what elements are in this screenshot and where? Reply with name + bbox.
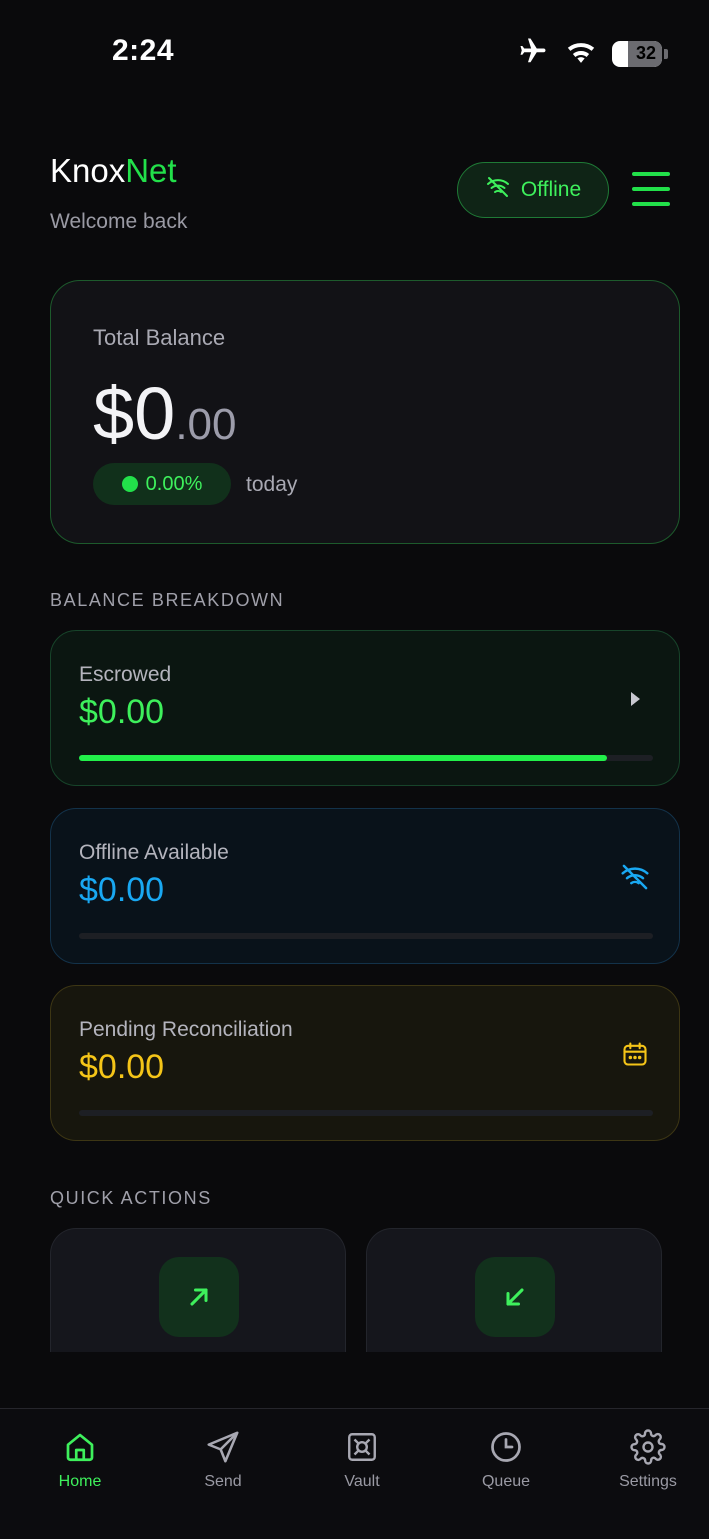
status-dot-icon xyxy=(121,476,138,492)
tab-queue[interactable]: Queue xyxy=(456,1427,556,1491)
menu-icon[interactable] xyxy=(632,172,670,206)
brand-accent: Net xyxy=(125,152,177,189)
battery-indicator: 32 xyxy=(612,40,662,67)
change-period: today xyxy=(246,473,298,496)
gear-icon xyxy=(628,1427,668,1467)
offline-available-label: Offline Available xyxy=(79,841,229,864)
wifi-off-icon xyxy=(619,861,651,893)
arrow-down-left-icon xyxy=(475,1257,555,1337)
status-time: 2:24 xyxy=(112,34,175,67)
app-brand: KnoxNet xyxy=(50,152,177,190)
offline-status-button[interactable]: Offline xyxy=(457,162,609,218)
brand-prefix: Knox xyxy=(50,152,126,189)
tab-vault[interactable]: Vault xyxy=(312,1427,412,1491)
offline-available-amount: $0.00 xyxy=(79,871,165,909)
chevron-right-icon[interactable] xyxy=(619,683,651,715)
quick-action-send[interactable] xyxy=(50,1228,346,1352)
tab-vault-label: Vault xyxy=(344,1473,380,1490)
tab-queue-label: Queue xyxy=(481,1473,531,1490)
balance-amount: $0.00 xyxy=(93,371,236,456)
status-icons: 32 xyxy=(516,36,668,71)
pending-progress-track xyxy=(79,1110,653,1116)
balance-minor: .00 xyxy=(175,400,237,449)
welcome-text: Welcome back xyxy=(50,210,188,233)
escrowed-card[interactable]: Escrowed $0.00 xyxy=(50,630,680,786)
tab-home-label: Home xyxy=(58,1473,102,1490)
pending-label: Pending Reconciliation xyxy=(79,1018,293,1041)
escrowed-progress-track xyxy=(79,755,653,761)
clock-icon xyxy=(486,1427,526,1467)
breakdown-title: BALANCE BREAKDOWN xyxy=(50,590,285,610)
status-bar: 2:24 32 xyxy=(0,0,709,100)
calendar-icon xyxy=(619,1038,651,1070)
tab-settings-label: Settings xyxy=(619,1473,677,1490)
escrowed-progress-bar xyxy=(79,755,608,761)
bottom-tab-bar: Home Send Vault Queue Settings xyxy=(0,1408,709,1539)
offline-label: Offline xyxy=(520,178,582,201)
pending-amount: $0.00 xyxy=(79,1048,165,1086)
pending-reconciliation-card[interactable]: Pending Reconciliation $0.00 xyxy=(50,985,680,1141)
wifi-off-icon xyxy=(485,176,511,204)
quick-action-receive[interactable] xyxy=(366,1228,662,1352)
escrowed-label: Escrowed xyxy=(79,663,172,686)
battery-cap xyxy=(664,48,668,59)
airplane-icon xyxy=(516,36,550,71)
vault-icon xyxy=(342,1427,382,1467)
send-icon xyxy=(203,1427,243,1467)
total-balance-card: Total Balance $0.00 0.00% today xyxy=(50,280,680,544)
offline-available-progress-track xyxy=(79,933,653,939)
escrowed-amount: $0.00 xyxy=(79,693,165,731)
tab-home[interactable]: Home xyxy=(30,1427,130,1491)
battery-level: 32 xyxy=(635,43,656,63)
offline-available-card[interactable]: Offline Available $0.00 xyxy=(50,808,680,964)
tab-send[interactable]: Send xyxy=(173,1427,273,1491)
arrow-up-right-icon xyxy=(159,1257,239,1337)
wifi-icon xyxy=(564,37,598,70)
balance-label: Total Balance xyxy=(93,325,226,350)
home-icon xyxy=(60,1427,100,1467)
change-value: 0.00% xyxy=(145,472,203,495)
quick-actions-title: QUICK ACTIONS xyxy=(50,1188,212,1208)
change-badge: 0.00% xyxy=(93,463,231,505)
tab-send-label: Send xyxy=(204,1473,242,1490)
tab-settings[interactable]: Settings xyxy=(598,1427,698,1491)
balance-major: $0 xyxy=(93,372,176,455)
